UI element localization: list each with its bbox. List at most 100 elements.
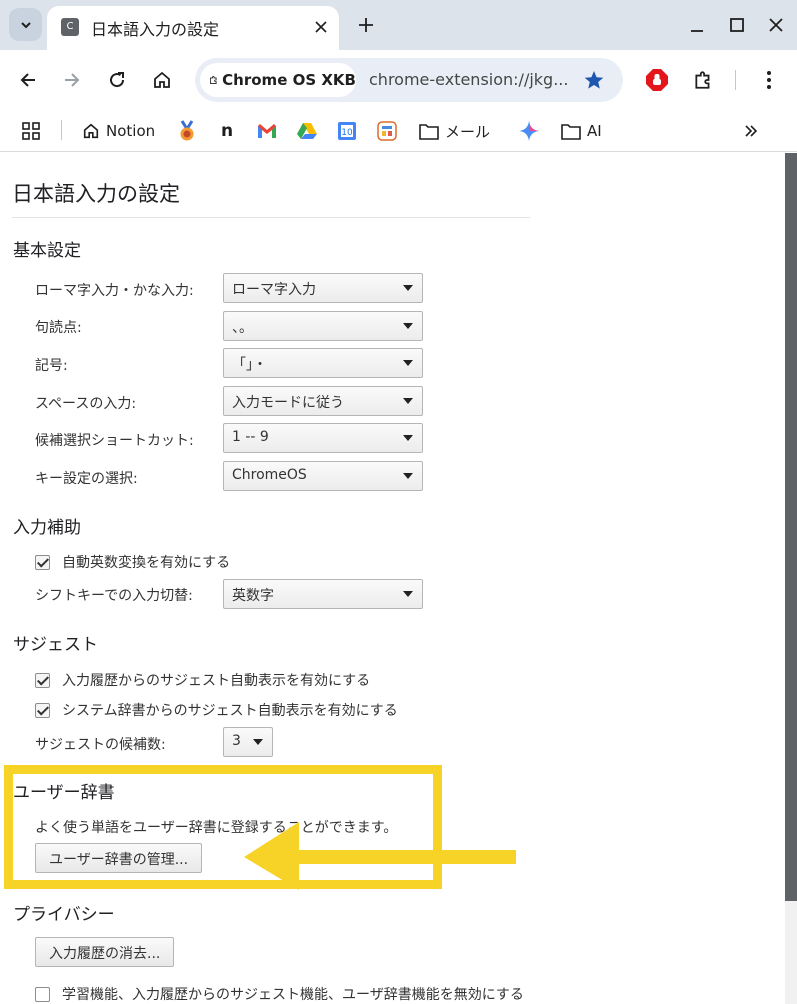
adblock-extension-button[interactable] (643, 66, 671, 94)
tab-close-button[interactable] (311, 17, 331, 37)
bookmark-label: メール (445, 122, 491, 141)
plus-icon (359, 18, 373, 32)
scrollbar[interactable] (785, 153, 797, 1004)
bookmark-folder-mail[interactable]: メール (419, 117, 490, 145)
window-close-button[interactable] (765, 14, 787, 36)
space-input-select[interactable]: 入力モードに従う (223, 386, 423, 416)
dropdown-arrow-icon (253, 739, 263, 745)
select-value: 3 (232, 733, 241, 749)
tab-title: 日本語入力の設定 (91, 20, 220, 39)
select-value: ChromeOS (232, 467, 307, 483)
url-text[interactable]: chrome-extension://jkg... (369, 70, 568, 89)
extension-puzzle-icon (210, 76, 217, 84)
omnibox[interactable]: Chrome OS XKB chrome-extension://jkg... (195, 58, 623, 102)
active-tab[interactable]: C 日本語入力の設定 (47, 6, 339, 50)
bookmark-star-icon[interactable] (583, 69, 605, 91)
system-suggest-checkbox[interactable] (35, 702, 50, 718)
bookmarks-divider (61, 120, 62, 140)
bookmark-notion-n[interactable]: n (221, 117, 233, 145)
auto-alnum-checkbox-row[interactable]: 自動英数変換を有効にする (35, 552, 230, 572)
space-input-label: スペースの入力: (35, 396, 137, 412)
svg-text:10: 10 (341, 128, 353, 138)
tab-search-button[interactable] (9, 8, 42, 41)
menu-button[interactable] (755, 66, 783, 94)
dropdown-arrow-icon (403, 323, 413, 329)
select-value: 、。 (232, 320, 253, 336)
minimize-button[interactable] (686, 14, 708, 36)
punctuation-select[interactable]: 、。 (223, 311, 423, 341)
apps-button[interactable] (22, 117, 40, 145)
select-value: 1 -- 9 (232, 429, 269, 445)
bookmarks-overflow-button[interactable] (744, 117, 758, 145)
settings-page: 日本語入力の設定 基本設定 ローマ字入力・かな入力: ローマ字入力 句読点: 、… (0, 153, 785, 1004)
section-assist-heading: 入力補助 (13, 518, 81, 538)
arrow-left-icon (20, 73, 35, 87)
more-vert-icon (767, 71, 771, 89)
double-chevron-right-icon (745, 125, 758, 137)
calendar-icon: 10 (338, 122, 356, 140)
extension-puzzle-icon (695, 71, 710, 89)
bookmark-folder-ai[interactable]: AI (561, 117, 602, 145)
select-value: 英数字 (232, 588, 274, 604)
dropdown-arrow-icon (403, 285, 413, 291)
tab-strip: C 日本語入力の設定 (0, 0, 797, 50)
dropdown-arrow-icon (403, 435, 413, 441)
bookmark-app[interactable] (377, 117, 397, 145)
history-suggest-checkbox[interactable] (35, 672, 50, 688)
bookmark-calendar[interactable]: 10 (337, 117, 357, 145)
toolbar-divider (735, 70, 736, 90)
symbol-select[interactable]: 「」・ (223, 348, 423, 378)
bookmark-gmail[interactable] (257, 117, 277, 145)
notion-n-icon: n (221, 121, 234, 141)
section-basic-heading: 基本設定 (13, 241, 81, 261)
bookmark-medal[interactable] (177, 117, 197, 145)
folder-icon (561, 123, 581, 140)
title-divider (12, 217, 530, 218)
candidate-shortcut-select[interactable]: 1 -- 9 (223, 423, 423, 453)
select-value: ローマ字入力 (232, 282, 316, 298)
drive-icon (297, 123, 317, 139)
folder-icon (419, 123, 439, 140)
reload-button[interactable] (103, 66, 131, 94)
bookmark-label: Notion (106, 122, 156, 140)
history-suggest-label: 入力履歴からのサジェスト自動表示を有効にする (62, 673, 371, 689)
romaji-kana-select[interactable]: ローマ字入力 (223, 273, 423, 303)
bookmark-gemini[interactable] (519, 117, 539, 145)
bookmark-notion[interactable]: Notion (82, 117, 155, 145)
system-suggest-checkbox-row[interactable]: システム辞書からのサジェスト自動表示を有効にする (35, 700, 398, 720)
back-button[interactable] (14, 66, 42, 94)
app-icon (377, 121, 397, 141)
annotation-arrow (244, 822, 516, 890)
select-value: 入力モードに従う (232, 395, 344, 411)
auto-alnum-checkbox[interactable] (35, 554, 50, 570)
disable-learning-checkbox[interactable] (35, 986, 50, 1002)
home-icon (83, 123, 99, 139)
history-suggest-checkbox-row[interactable]: 入力履歴からのサジェスト自動表示を有効にする (35, 670, 370, 690)
section-privacy-heading: プライバシー (13, 905, 115, 925)
close-icon (769, 18, 783, 32)
chevron-down-icon (20, 21, 31, 28)
apps-grid-icon (22, 122, 40, 140)
forward-button[interactable] (58, 66, 86, 94)
toolbar: Chrome OS XKB chrome-extension://jkg... (0, 50, 797, 110)
site-info-chip[interactable]: Chrome OS XKB (200, 63, 356, 97)
scrollbar-thumb[interactable] (785, 153, 797, 901)
new-tab-button[interactable] (353, 12, 379, 38)
maximize-button[interactable] (726, 14, 748, 36)
gmail-icon (258, 124, 276, 138)
bookmark-drive[interactable] (296, 117, 318, 145)
clear-history-button[interactable]: 入力履歴の消去... (35, 937, 175, 967)
dropdown-arrow-icon (403, 360, 413, 366)
keymap-label: キー設定の選択: (35, 471, 138, 487)
disable-learning-checkbox-row[interactable]: 学習機能、入力履歴からのサジェスト機能、ユーザ辞書機能を無効にする (35, 984, 524, 1004)
extensions-button[interactable] (689, 66, 717, 94)
shift-switch-select[interactable]: 英数字 (223, 579, 423, 609)
romaji-kana-label: ローマ字入力・かな入力: (35, 283, 194, 299)
tab-favicon: C (61, 18, 79, 36)
system-suggest-label: システム辞書からのサジェスト自動表示を有効にする (62, 703, 398, 719)
suggest-count-select[interactable]: 3 (223, 727, 273, 757)
stop-hand-icon (646, 69, 668, 91)
bookmarks-bar: Notion n 10 メール AI (0, 110, 797, 152)
keymap-select[interactable]: ChromeOS (223, 461, 423, 491)
home-button[interactable] (148, 66, 176, 94)
